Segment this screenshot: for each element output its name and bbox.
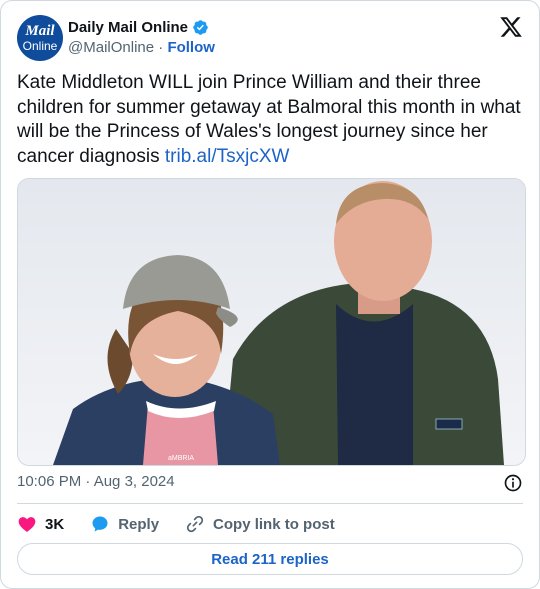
- account-handle[interactable]: @MailOnline: [68, 39, 154, 56]
- reply-bubble-icon: [92, 516, 108, 532]
- tweet-photo[interactable]: aMBRIA: [17, 178, 526, 466]
- avatar[interactable]: Mail Online: [17, 15, 63, 61]
- info-icon[interactable]: [503, 473, 523, 493]
- vest-text: aMBRIA: [168, 455, 194, 462]
- reply-button[interactable]: Reply: [90, 514, 159, 534]
- display-name-row[interactable]: Daily Mail Online: [68, 17, 215, 37]
- read-replies-label: Read 211 replies: [211, 550, 329, 568]
- like-button[interactable]: 3K: [17, 514, 64, 534]
- like-count: 3K: [45, 515, 65, 533]
- avatar-logo-line1: Mail: [25, 23, 55, 39]
- tweet-link[interactable]: trib.al/TsxjcXW: [165, 146, 290, 167]
- heart-icon: [18, 517, 36, 532]
- account-names: Daily Mail Online @MailOnline · Follow: [68, 17, 215, 59]
- follow-link[interactable]: Follow: [167, 39, 215, 56]
- tweet-text: Kate Middleton WILL join Prince William …: [17, 71, 527, 169]
- action-bar: 3K Reply Copy link to post: [17, 512, 361, 536]
- reply-label: Reply: [118, 515, 160, 533]
- photo-illustration: aMBRIA: [18, 179, 525, 465]
- copy-link-button[interactable]: Copy link to post: [185, 514, 335, 534]
- handle-row: @MailOnline · Follow: [68, 39, 215, 59]
- read-replies-button[interactable]: Read 211 replies: [17, 543, 523, 575]
- tweet-card: Mail Online Daily Mail Online @MailOnlin…: [0, 0, 540, 589]
- x-logo-icon[interactable]: [499, 15, 523, 39]
- display-name[interactable]: Daily Mail Online: [68, 19, 188, 36]
- timestamp-row: 10:06 PM · Aug 3, 2024: [17, 473, 523, 493]
- link-icon: [186, 515, 204, 533]
- verified-badge-icon: [193, 19, 208, 35]
- copy-link-label: Copy link to post: [213, 515, 335, 533]
- tweet-header: Mail Online Daily Mail Online @MailOnlin…: [17, 15, 523, 61]
- handle-separator: ·: [158, 39, 164, 56]
- avatar-logo-line2: Online: [22, 39, 58, 53]
- divider: [17, 503, 523, 504]
- timestamp[interactable]: 10:06 PM · Aug 3, 2024: [17, 473, 175, 490]
